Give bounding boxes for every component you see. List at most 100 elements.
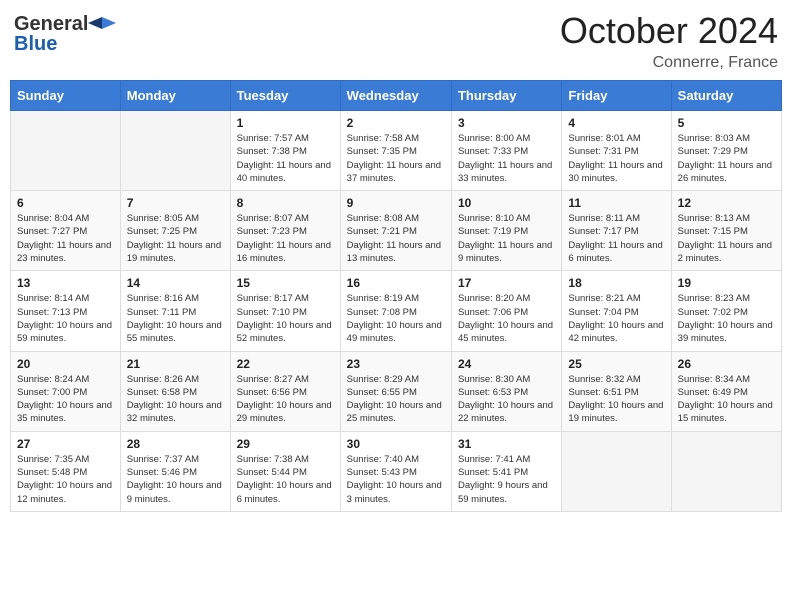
day-number: 29 xyxy=(237,437,334,451)
calendar-cell: 14 Sunrise: 8:16 AM Sunset: 7:11 PM Dayli… xyxy=(120,271,230,351)
day-info: Sunrise: 7:40 AM Sunset: 5:43 PM Dayligh… xyxy=(347,453,445,506)
day-info: Sunrise: 8:29 AM Sunset: 6:55 PM Dayligh… xyxy=(347,373,445,426)
day-info: Sunrise: 8:08 AM Sunset: 7:21 PM Dayligh… xyxy=(347,212,445,265)
calendar-cell: 15 Sunrise: 8:17 AM Sunset: 7:10 PM Dayli… xyxy=(230,271,340,351)
calendar-cell: 8Sunrise: 8:07 AM Sunset: 7:23 PM Daylig… xyxy=(230,191,340,271)
calendar-cell: 9 Sunrise: 8:08 AM Sunset: 7:21 PM Daylig… xyxy=(340,191,451,271)
calendar-cell: 30 Sunrise: 7:40 AM Sunset: 5:43 PM Dayli… xyxy=(340,431,451,511)
day-number: 15 xyxy=(237,276,334,290)
day-info: Sunrise: 8:21 AM Sunset: 7:04 PM Dayligh… xyxy=(568,292,664,345)
day-info: Sunrise: 8:27 AM Sunset: 6:56 PM Dayligh… xyxy=(237,373,334,426)
month-title: October 2024 xyxy=(560,10,778,52)
calendar-cell: 6 Sunrise: 8:04 AM Sunset: 7:27 PM Daylig… xyxy=(11,191,121,271)
weekday-header-thursday: Thursday xyxy=(451,81,561,111)
calendar-cell: 28 Sunrise: 7:37 AM Sunset: 5:46 PM Dayli… xyxy=(120,431,230,511)
calendar-cell: 10Sunrise: 8:10 AM Sunset: 7:19 PM Dayli… xyxy=(451,191,561,271)
day-info: Sunrise: 8:17 AM Sunset: 7:10 PM Dayligh… xyxy=(237,292,334,345)
day-number: 24 xyxy=(458,357,555,371)
logo: General Blue xyxy=(14,10,116,54)
day-info: Sunrise: 7:58 AM Sunset: 7:35 PM Dayligh… xyxy=(347,132,445,185)
weekday-header-friday: Friday xyxy=(562,81,671,111)
day-info: Sunrise: 8:03 AM Sunset: 7:29 PM Dayligh… xyxy=(678,132,775,185)
calendar-cell: 24 Sunrise: 8:30 AM Sunset: 6:53 PM Dayli… xyxy=(451,351,561,431)
day-number: 28 xyxy=(127,437,224,451)
calendar-cell: 22Sunrise: 8:27 AM Sunset: 6:56 PM Dayli… xyxy=(230,351,340,431)
calendar-cell: 2 Sunrise: 7:58 AM Sunset: 7:35 PM Daylig… xyxy=(340,111,451,191)
day-number: 5 xyxy=(678,116,775,130)
day-number: 18 xyxy=(568,276,664,290)
calendar-cell: 5 Sunrise: 8:03 AM Sunset: 7:29 PM Daylig… xyxy=(671,111,781,191)
calendar-cell: 13Sunrise: 8:14 AM Sunset: 7:13 PM Dayli… xyxy=(11,271,121,351)
day-info: Sunrise: 8:19 AM Sunset: 7:08 PM Dayligh… xyxy=(347,292,445,345)
day-number: 2 xyxy=(347,116,445,130)
weekday-header-monday: Monday xyxy=(120,81,230,111)
day-number: 20 xyxy=(17,357,114,371)
title-area: October 2024 Connerre, France xyxy=(560,10,778,72)
calendar-cell xyxy=(11,111,121,191)
day-info: Sunrise: 8:05 AM Sunset: 7:25 PM Dayligh… xyxy=(127,212,224,265)
calendar-cell xyxy=(562,431,671,511)
calendar-cell: 20 Sunrise: 8:24 AM Sunset: 7:00 PM Dayli… xyxy=(11,351,121,431)
calendar-cell: 17Sunrise: 8:20 AM Sunset: 7:06 PM Dayli… xyxy=(451,271,561,351)
day-number: 7 xyxy=(127,196,224,210)
day-number: 4 xyxy=(568,116,664,130)
day-info: Sunrise: 7:38 AM Sunset: 5:44 PM Dayligh… xyxy=(237,453,334,506)
location-title: Connerre, France xyxy=(560,54,778,72)
day-number: 25 xyxy=(568,357,664,371)
day-info: Sunrise: 8:30 AM Sunset: 6:53 PM Dayligh… xyxy=(458,373,555,426)
week-row-3: 13Sunrise: 8:14 AM Sunset: 7:13 PM Dayli… xyxy=(11,271,782,351)
calendar-cell: 29 Sunrise: 7:38 AM Sunset: 5:44 PM Dayli… xyxy=(230,431,340,511)
day-number: 14 xyxy=(127,276,224,290)
logo-flag-icon xyxy=(88,15,116,33)
day-number: 23 xyxy=(347,357,445,371)
week-row-4: 20 Sunrise: 8:24 AM Sunset: 7:00 PM Dayli… xyxy=(11,351,782,431)
header: General Blue October 2024 Connerre, Fran… xyxy=(10,10,782,72)
day-info: Sunrise: 8:16 AM Sunset: 7:11 PM Dayligh… xyxy=(127,292,224,345)
weekday-header-tuesday: Tuesday xyxy=(230,81,340,111)
day-number: 17 xyxy=(458,276,555,290)
day-number: 3 xyxy=(458,116,555,130)
calendar-cell: 4 Sunrise: 8:01 AM Sunset: 7:31 PM Daylig… xyxy=(562,111,671,191)
day-number: 31 xyxy=(458,437,555,451)
day-info: Sunrise: 7:57 AM Sunset: 7:38 PM Dayligh… xyxy=(237,132,334,185)
day-number: 30 xyxy=(347,437,445,451)
weekday-header-saturday: Saturday xyxy=(671,81,781,111)
calendar-cell: 25 Sunrise: 8:32 AM Sunset: 6:51 PM Dayli… xyxy=(562,351,671,431)
day-info: Sunrise: 7:41 AM Sunset: 5:41 PM Dayligh… xyxy=(458,453,555,506)
day-number: 9 xyxy=(347,196,445,210)
day-info: Sunrise: 8:32 AM Sunset: 6:51 PM Dayligh… xyxy=(568,373,664,426)
day-number: 6 xyxy=(17,196,114,210)
day-number: 27 xyxy=(17,437,114,451)
day-info: Sunrise: 8:01 AM Sunset: 7:31 PM Dayligh… xyxy=(568,132,664,185)
calendar-cell: 21Sunrise: 8:26 AM Sunset: 6:58 PM Dayli… xyxy=(120,351,230,431)
day-info: Sunrise: 8:10 AM Sunset: 7:19 PM Dayligh… xyxy=(458,212,555,265)
weekday-header-row: SundayMondayTuesdayWednesdayThursdayFrid… xyxy=(11,81,782,111)
day-number: 19 xyxy=(678,276,775,290)
calendar-cell: 12 Sunrise: 8:13 AM Sunset: 7:15 PM Dayli… xyxy=(671,191,781,271)
day-number: 16 xyxy=(347,276,445,290)
day-info: Sunrise: 8:23 AM Sunset: 7:02 PM Dayligh… xyxy=(678,292,775,345)
calendar-cell: 16 Sunrise: 8:19 AM Sunset: 7:08 PM Dayli… xyxy=(340,271,451,351)
day-info: Sunrise: 8:00 AM Sunset: 7:33 PM Dayligh… xyxy=(458,132,555,185)
day-info: Sunrise: 7:35 AM Sunset: 5:48 PM Dayligh… xyxy=(17,453,114,506)
calendar-cell: 23 Sunrise: 8:29 AM Sunset: 6:55 PM Dayli… xyxy=(340,351,451,431)
logo-general-text: General xyxy=(14,14,88,34)
calendar-cell: 19 Sunrise: 8:23 AM Sunset: 7:02 PM Dayli… xyxy=(671,271,781,351)
day-info: Sunrise: 8:11 AM Sunset: 7:17 PM Dayligh… xyxy=(568,212,664,265)
day-number: 13 xyxy=(17,276,114,290)
calendar-cell: 18 Sunrise: 8:21 AM Sunset: 7:04 PM Dayli… xyxy=(562,271,671,351)
day-info: Sunrise: 7:37 AM Sunset: 5:46 PM Dayligh… xyxy=(127,453,224,506)
calendar-cell: 3 Sunrise: 8:00 AM Sunset: 7:33 PM Daylig… xyxy=(451,111,561,191)
day-info: Sunrise: 8:24 AM Sunset: 7:00 PM Dayligh… xyxy=(17,373,114,426)
day-info: Sunrise: 8:34 AM Sunset: 6:49 PM Dayligh… xyxy=(678,373,775,426)
logo-blue-text: Blue xyxy=(14,34,57,54)
calendar: SundayMondayTuesdayWednesdayThursdayFrid… xyxy=(10,80,782,512)
day-number: 1 xyxy=(237,116,334,130)
calendar-cell xyxy=(120,111,230,191)
day-info: Sunrise: 8:04 AM Sunset: 7:27 PM Dayligh… xyxy=(17,212,114,265)
day-info: Sunrise: 8:13 AM Sunset: 7:15 PM Dayligh… xyxy=(678,212,775,265)
day-info: Sunrise: 8:07 AM Sunset: 7:23 PM Dayligh… xyxy=(237,212,334,265)
calendar-cell: 1 Sunrise: 7:57 AM Sunset: 7:38 PM Daylig… xyxy=(230,111,340,191)
weekday-header-wednesday: Wednesday xyxy=(340,81,451,111)
day-number: 12 xyxy=(678,196,775,210)
